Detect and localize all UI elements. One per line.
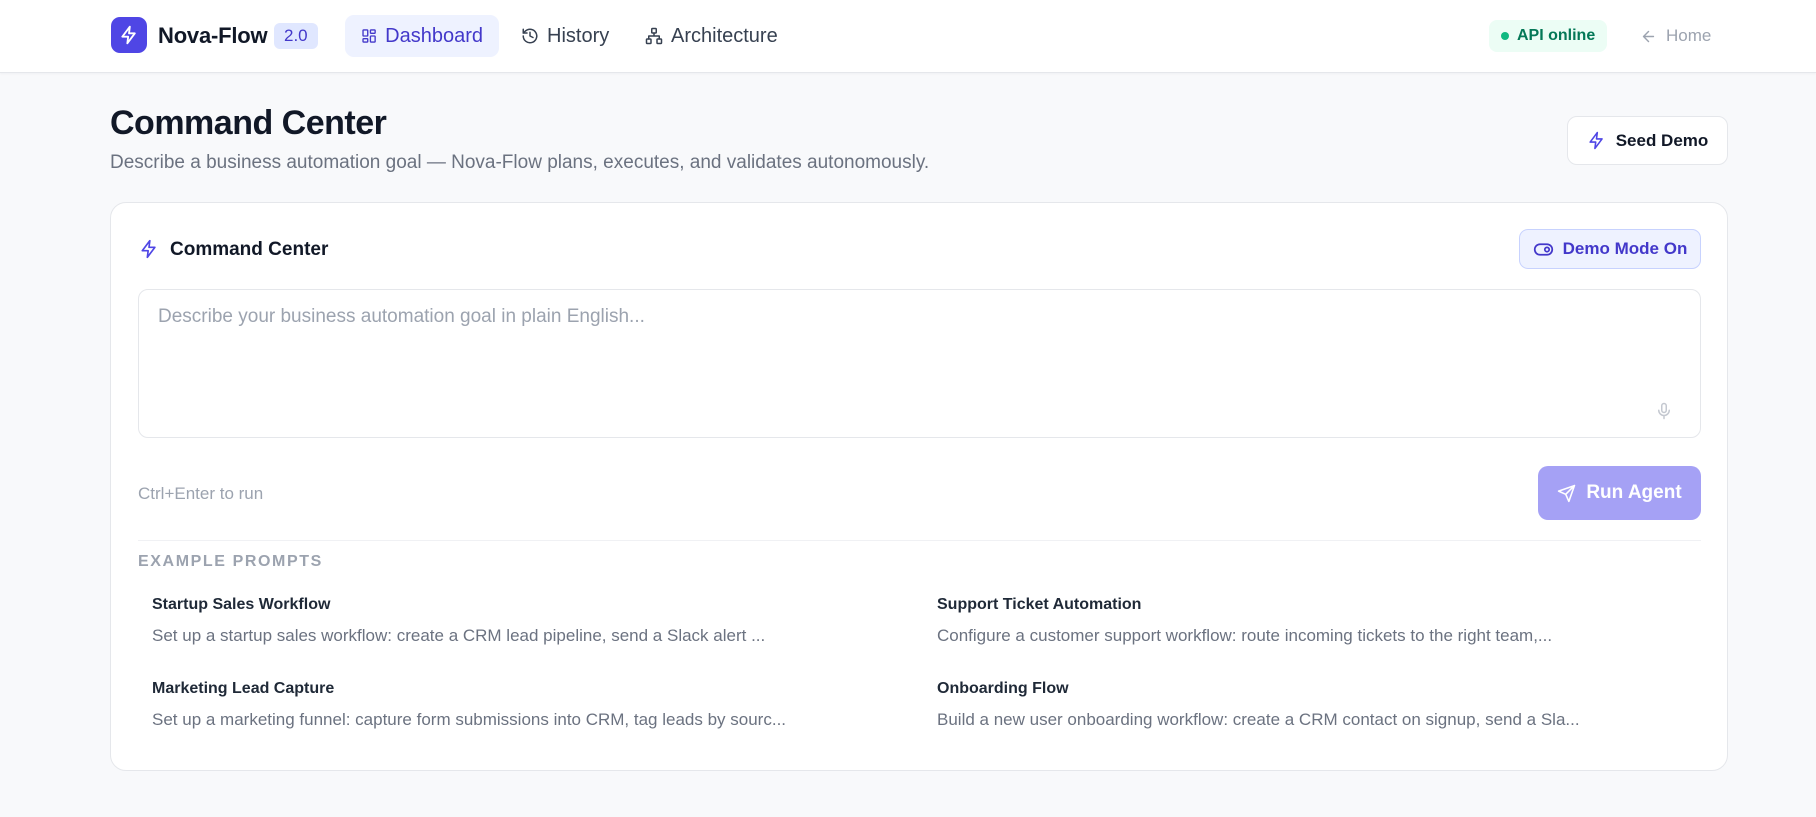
nav-item-label: Dashboard	[385, 24, 483, 47]
lightning-icon	[121, 25, 136, 45]
example-description: Build a new user onboarding workflow: cr…	[937, 710, 1580, 729]
nav-item-history[interactable]: History	[505, 15, 625, 57]
api-status-label: API online	[1517, 27, 1596, 44]
architecture-icon	[645, 27, 663, 45]
nav-item-label: Architecture	[671, 24, 778, 47]
page-subtitle: Describe a business automation goal — No…	[110, 152, 930, 173]
seed-demo-button[interactable]: Seed Demo	[1567, 116, 1728, 165]
send-icon	[1558, 484, 1576, 502]
nav-item-dashboard[interactable]: Dashboard	[345, 15, 499, 57]
history-icon	[522, 28, 538, 44]
home-link[interactable]: Home	[1640, 20, 1711, 52]
example-prompt-support-ticket[interactable]: Support Ticket Automation Configure a cu…	[937, 596, 1677, 646]
example-description: Set up a startup sales workflow: create …	[152, 626, 766, 645]
demo-mode-label: Demo Mode On	[1562, 239, 1688, 258]
lightning-icon	[141, 239, 156, 259]
goal-input[interactable]	[138, 289, 1701, 438]
example-description: Set up a marketing funnel: capture form …	[152, 710, 787, 729]
brand-logo[interactable]	[111, 17, 147, 53]
version-badge: 2.0	[274, 23, 318, 49]
example-title: Startup Sales Workflow	[152, 596, 331, 613]
home-link-label: Home	[1666, 26, 1712, 45]
example-title: Support Ticket Automation	[937, 596, 1142, 613]
page-title: Command Center	[110, 104, 387, 142]
demo-mode-toggle[interactable]: Demo Mode On	[1519, 229, 1701, 269]
keyboard-hint: Ctrl+Enter to run	[138, 484, 264, 503]
example-prompts-heading: EXAMPLE PROMPTS	[138, 553, 323, 570]
card-title: Command Center	[170, 239, 329, 260]
nav-item-architecture[interactable]: Architecture	[629, 15, 794, 57]
api-status-badge: API online	[1489, 20, 1608, 52]
status-dot	[1501, 32, 1509, 40]
toggle-on-icon	[1533, 242, 1553, 256]
microphone-icon[interactable]	[1655, 401, 1673, 421]
divider	[138, 540, 1701, 541]
example-title: Onboarding Flow	[937, 680, 1069, 697]
lightning-icon	[1589, 131, 1603, 150]
run-agent-button[interactable]: Run Agent	[1538, 466, 1701, 520]
run-agent-label: Run Agent	[1586, 482, 1682, 503]
example-title: Marketing Lead Capture	[152, 680, 335, 697]
seed-demo-label: Seed Demo	[1615, 130, 1709, 150]
example-prompt-marketing-lead[interactable]: Marketing Lead Capture Set up a marketin…	[152, 680, 892, 730]
brand-name[interactable]: Nova-Flow	[158, 23, 268, 49]
example-description: Configure a customer support workflow: r…	[937, 626, 1553, 645]
example-prompt-startup-sales[interactable]: Startup Sales Workflow Set up a startup …	[152, 596, 892, 646]
nav-item-label: History	[547, 24, 610, 47]
arrow-left-icon	[1642, 30, 1655, 42]
example-prompt-onboarding[interactable]: Onboarding Flow Build a new user onboard…	[937, 680, 1677, 730]
dashboard-icon	[362, 29, 376, 43]
top-navigation: Nova-Flow 2.0 Dashboard History Architec…	[0, 0, 1816, 73]
command-center-card: Command Center Demo Mode On Ctrl+Enter t…	[110, 202, 1728, 771]
